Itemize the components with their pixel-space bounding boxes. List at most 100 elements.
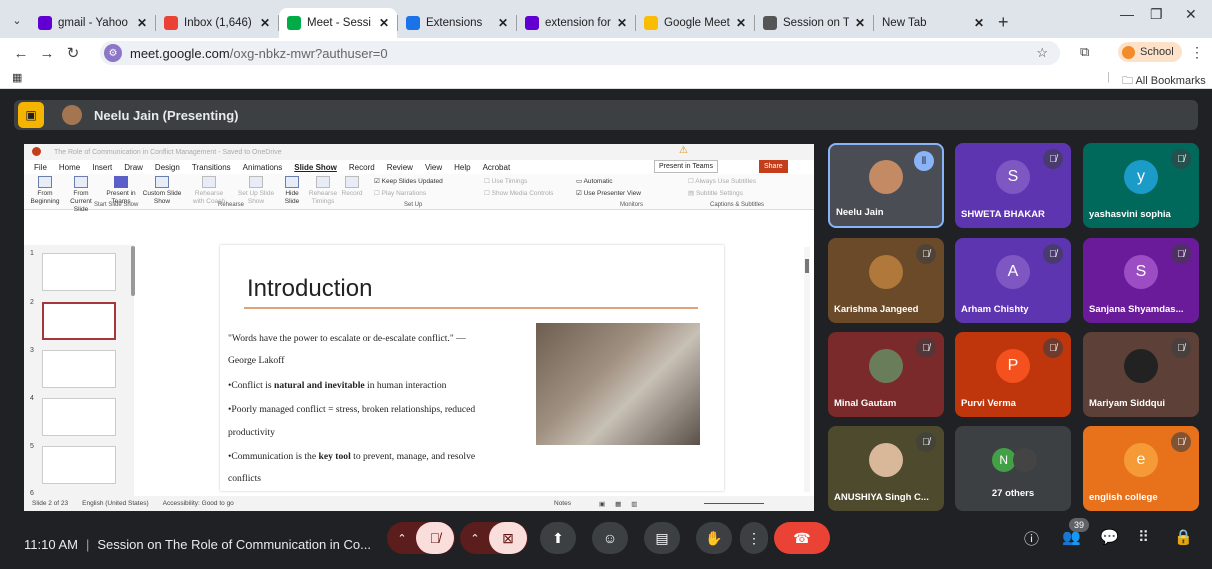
close-window-icon[interactable]: ✕: [1185, 6, 1197, 23]
participant-tile[interactable]: 🎙̸ ANUSHIYA Singh C...: [828, 426, 944, 511]
browser-tab[interactable]: Extensions ✕: [398, 8, 516, 38]
close-tab-icon[interactable]: ✕: [855, 16, 865, 30]
close-tab-icon[interactable]: ✕: [974, 16, 984, 30]
apps-grid-icon[interactable]: ▦: [12, 71, 22, 84]
close-tab-icon[interactable]: ✕: [379, 16, 389, 30]
participant-tile[interactable]: ⦀ Neelu Jain: [828, 143, 944, 228]
ppt-menu-item[interactable]: Home: [59, 163, 80, 172]
ppt-menu-item[interactable]: Insert: [92, 163, 112, 172]
play-narrations-checkbox[interactable]: ☐ Play Narrations: [374, 190, 426, 198]
present-in-teams-button[interactable]: Present in Teams: [654, 160, 718, 173]
camera-off-icon[interactable]: ⊠: [489, 522, 527, 554]
language-status[interactable]: English (United States): [82, 500, 148, 507]
emoji-reaction-icon[interactable]: ☺: [592, 522, 628, 554]
tab-search-chevron-icon[interactable]: ⌄: [4, 6, 30, 34]
browser-tab[interactable]: Inbox (1,646) - e ✕: [156, 8, 278, 38]
share-button[interactable]: Share: [759, 160, 788, 173]
close-tab-icon[interactable]: ✕: [498, 16, 508, 30]
slide-thumbnail[interactable]: [42, 253, 116, 291]
meeting-details-icon[interactable]: ⓘ: [1024, 528, 1039, 549]
profile-button[interactable]: School: [1118, 42, 1182, 62]
present-screen-icon[interactable]: ⬆: [540, 522, 576, 554]
captions-icon[interactable]: ▤: [644, 522, 680, 554]
chat-icon[interactable]: 💬: [1100, 528, 1119, 546]
close-tab-icon[interactable]: ✕: [617, 16, 627, 30]
slide-thumbnail[interactable]: [42, 350, 116, 388]
ppt-menu-item[interactable]: Draw: [124, 163, 143, 172]
participant-tile[interactable]: A 🎙̸ Arham Chishty: [955, 238, 1071, 323]
participant-tile[interactable]: y 🎙̸ yashasvini sophia: [1083, 143, 1199, 228]
new-tab-button[interactable]: +: [998, 12, 1009, 33]
always-subtitles-checkbox[interactable]: ☐ Always Use Subtitles: [688, 178, 756, 186]
site-info-icon[interactable]: ⚙: [104, 44, 122, 62]
participant-tile[interactable]: P 🎙̸ Purvi Verma: [955, 332, 1071, 417]
bookmark-star-icon[interactable]: ☆: [1036, 45, 1048, 61]
ppt-menu-item[interactable]: Slide Show: [294, 163, 337, 172]
monitor-select[interactable]: ▭ Automatic: [576, 178, 613, 186]
ppt-menu-item[interactable]: Review: [387, 163, 413, 172]
from-beginning-button[interactable]: From Beginning: [30, 176, 60, 206]
mic-off-icon[interactable]: 🎙̸: [416, 522, 454, 554]
browser-tab[interactable]: gmail - Yahoo In ✕: [30, 8, 155, 38]
raise-hand-icon[interactable]: ✋: [696, 522, 732, 554]
thumbnails-scrollbar[interactable]: [131, 246, 135, 296]
ppt-menu-item[interactable]: Acrobat: [483, 163, 511, 172]
accessibility-status[interactable]: Accessibility: Good to go: [163, 500, 234, 507]
slide-scroll-thumb[interactable]: [805, 259, 809, 273]
stop-presenting-icon[interactable]: ▣: [18, 102, 44, 128]
browser-tab[interactable]: Session on The R ✕: [755, 8, 873, 38]
browser-tab[interactable]: New Tab ✕: [874, 8, 992, 38]
ppt-menu-item[interactable]: Design: [155, 163, 180, 172]
camera-options-chevron-icon[interactable]: ⌃: [461, 532, 489, 545]
browser-tab[interactable]: extension for rec ✕: [517, 8, 635, 38]
extensions-icon[interactable]: ⧉: [1080, 44, 1089, 60]
reload-icon[interactable]: ↻: [60, 44, 86, 62]
back-icon[interactable]: ←: [8, 45, 34, 62]
slide-thumbnail[interactable]: [42, 398, 116, 436]
from-current-button[interactable]: From Current Slide: [64, 176, 98, 214]
participant-tile[interactable]: e 🎙̸ english college: [1083, 426, 1199, 511]
browser-tab[interactable]: Meet - Sessi ✕: [279, 8, 397, 38]
mic-options-chevron-icon[interactable]: ⌃: [388, 532, 416, 545]
participant-tile[interactable]: 🎙̸ Mariyam Siddqui: [1083, 332, 1199, 417]
browser-menu-icon[interactable]: ⋮: [1190, 44, 1204, 61]
more-options-icon[interactable]: ⋮: [740, 522, 768, 554]
leave-call-icon[interactable]: ☎: [774, 522, 830, 554]
close-tab-icon[interactable]: ✕: [736, 16, 746, 30]
show-media-checkbox[interactable]: ☐ Show Media Controls: [484, 190, 553, 198]
hide-slide-button[interactable]: Hide Slide: [280, 176, 304, 206]
participant-tile[interactable]: S 🎙̸ Sanjana Shyamdas...: [1083, 238, 1199, 323]
restore-icon[interactable]: ❐: [1150, 6, 1163, 23]
participant-tile[interactable]: N 27 others: [955, 426, 1071, 511]
browser-tab[interactable]: Google Meet Att ✕: [636, 8, 754, 38]
slide-thumbnail[interactable]: [42, 302, 116, 340]
slide-scrollbar[interactable]: [804, 247, 810, 492]
activities-icon[interactable]: ⠿: [1138, 528, 1149, 546]
notes-button[interactable]: Notes: [554, 500, 571, 507]
zoom-slider[interactable]: [704, 503, 764, 504]
participant-tile[interactable]: 🎙̸ Minal Gautam: [828, 332, 944, 417]
forward-icon[interactable]: →: [34, 45, 60, 62]
address-bar[interactable]: ⚙ meet.google.com/oxg-nbkz-mwr?authuser=…: [100, 41, 1060, 65]
slide-thumbnail[interactable]: [42, 446, 116, 484]
close-tab-icon[interactable]: ✕: [260, 16, 270, 30]
ppt-menu-item[interactable]: Help: [454, 163, 470, 172]
ppt-menu-item[interactable]: Animations: [243, 163, 283, 172]
ppt-menu-item[interactable]: View: [425, 163, 442, 172]
rehearse-timings-button[interactable]: Rehearse Timings: [308, 176, 338, 206]
ppt-menu-item[interactable]: Transitions: [192, 163, 231, 172]
use-timings-checkbox[interactable]: ☐ Use Timings: [484, 178, 527, 186]
subtitle-settings-button[interactable]: ▤ Subtitle Settings: [688, 190, 743, 198]
ppt-menu-item[interactable]: File: [34, 163, 47, 172]
participant-tile[interactable]: S 🎙̸ SHWETA BHAKAR: [955, 143, 1071, 228]
record-button[interactable]: Record: [340, 176, 364, 198]
ppt-menu-item[interactable]: Record: [349, 163, 375, 172]
custom-show-button[interactable]: Custom Slide Show: [142, 176, 182, 206]
view-buttons-icon[interactable]: ▣▦▥: [599, 500, 647, 508]
participant-tile[interactable]: 🎙̸ Karishma Jangeed: [828, 238, 944, 323]
presenter-view-checkbox[interactable]: ☑ Use Presenter View: [576, 190, 641, 198]
minimize-icon[interactable]: —: [1120, 6, 1134, 22]
host-controls-icon[interactable]: 🔒: [1174, 528, 1193, 546]
keep-updated-checkbox[interactable]: ☑ Keep Slides Updated: [374, 178, 443, 186]
close-tab-icon[interactable]: ✕: [137, 16, 147, 30]
